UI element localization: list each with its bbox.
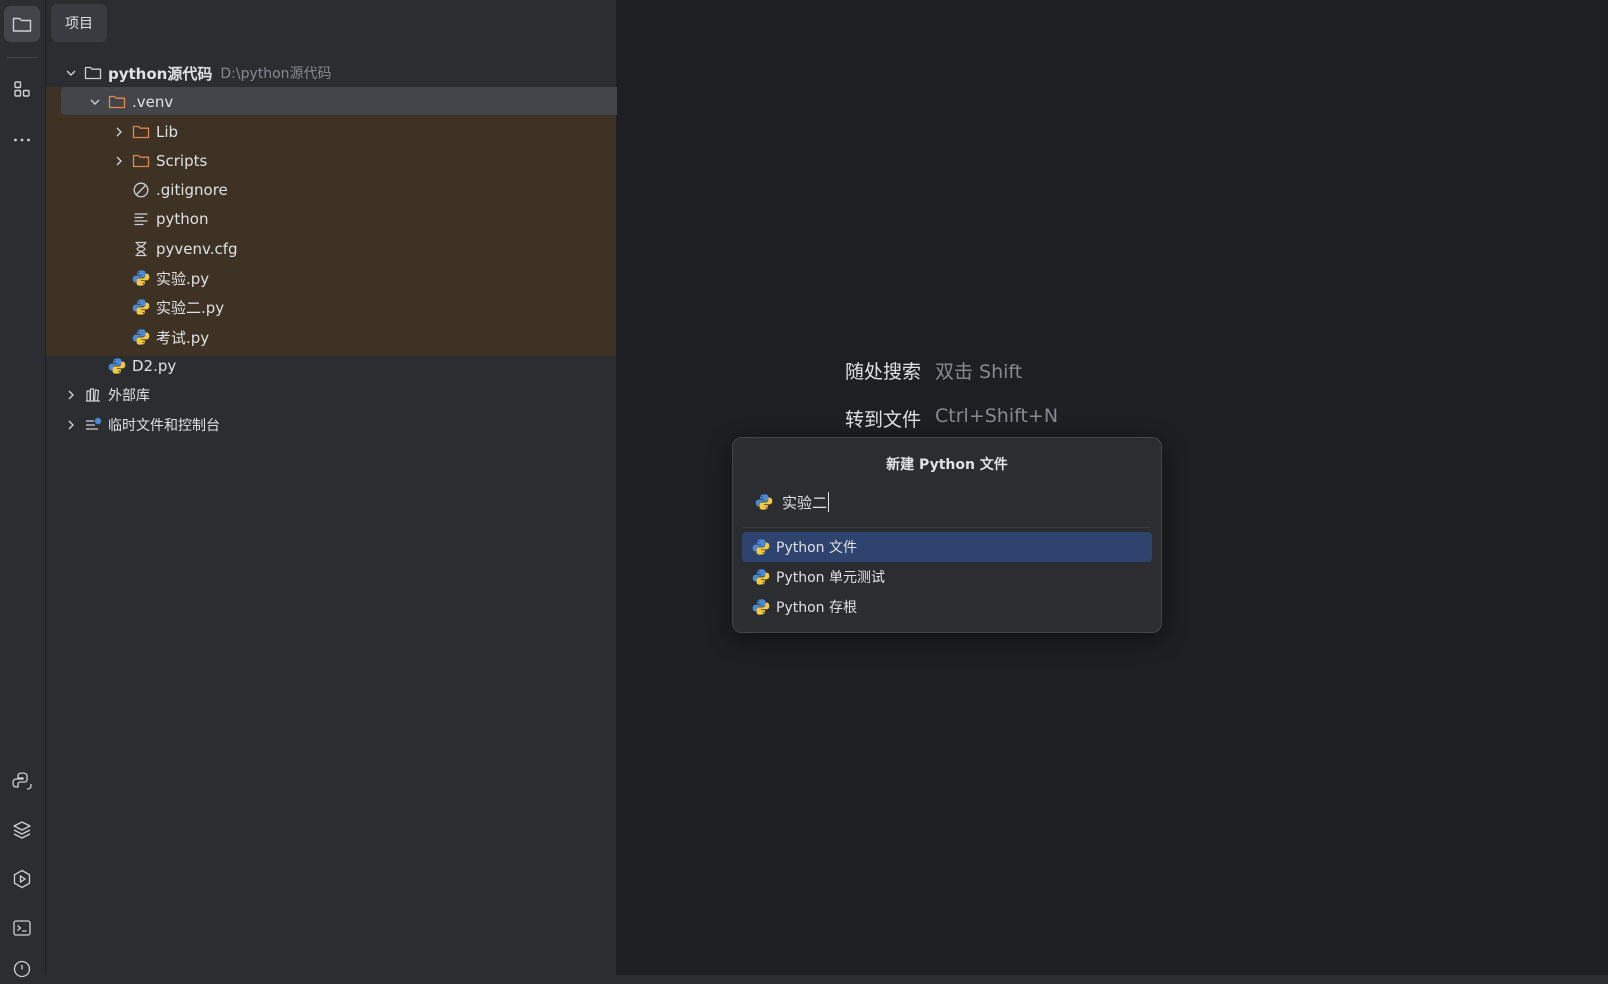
structure-icon[interactable]	[4, 71, 40, 107]
chevron-right-icon[interactable]	[64, 418, 78, 432]
option-python-file[interactable]: Python 文件	[742, 532, 1152, 562]
folder-icon	[132, 123, 150, 141]
file-name-input[interactable]: 实验二	[755, 484, 1149, 520]
python-file-icon	[132, 269, 150, 287]
layers-icon[interactable]	[4, 812, 40, 848]
tree-item-label: .venv	[132, 93, 174, 111]
python-console-icon[interactable]	[4, 763, 40, 799]
dialog-separator	[743, 527, 1151, 528]
library-icon	[84, 386, 102, 404]
python-file-icon	[132, 328, 150, 346]
tree-item-scratches[interactable]: 临时文件和控制台	[46, 410, 634, 440]
goto-file-hint: 转到文件 Ctrl+Shift+N	[845, 405, 1058, 432]
option-python-stub[interactable]: Python 存根	[742, 592, 1152, 622]
tree-item-label: 临时文件和控制台	[108, 418, 220, 434]
tree-item-gitignore[interactable]: .gitignore	[46, 175, 702, 205]
tree-item-label: 考试.py	[156, 328, 210, 347]
more-icon[interactable]	[4, 122, 40, 158]
python-file-icon	[752, 568, 770, 586]
tree-item-py-file[interactable]: 实验二.py	[46, 292, 702, 322]
hint-shortcut: Ctrl+Shift+N	[935, 405, 1059, 427]
tree-item-label: 实验二.py	[156, 298, 225, 317]
file-name-value[interactable]: 实验二	[782, 492, 827, 513]
project-panel: 项目 python源代码 D:\python源代码 .venv Lib Scri…	[46, 0, 643, 975]
python-file-icon	[108, 357, 126, 375]
tree-item-label: Scripts	[156, 152, 208, 170]
project-tab[interactable]: 项目	[51, 4, 107, 42]
option-label: Python 存根	[776, 600, 857, 616]
config-file-icon	[132, 240, 150, 258]
python-file-icon	[752, 538, 770, 556]
tree-item-venv[interactable]: .venv	[46, 87, 658, 117]
option-python-unit-test[interactable]: Python 单元测试	[742, 562, 1152, 592]
text-file-icon	[132, 210, 150, 228]
chevron-down-icon[interactable]	[88, 95, 102, 109]
tree-item-label: pyvenv.cfg	[156, 240, 238, 258]
tree-item-py-file[interactable]: 考试.py	[46, 322, 702, 352]
tree-item-label: 外部库	[108, 388, 150, 404]
tree-item-label: .gitignore	[156, 181, 228, 199]
chevron-right-icon[interactable]	[112, 154, 126, 168]
chevron-right-icon[interactable]	[112, 125, 126, 139]
python-file-icon	[752, 598, 770, 616]
new-python-file-dialog: 新建 Python 文件 实验二 Python 文件 Python 单元测试 P…	[732, 437, 1162, 633]
hint-action: 随处搜索	[845, 361, 922, 383]
folder-icon	[84, 64, 102, 82]
folder-icon	[132, 152, 150, 170]
tree-item-py-file[interactable]: D2.py	[46, 351, 678, 381]
search-everywhere-hint: 随处搜索 双击 Shift	[845, 357, 1022, 384]
option-label: Python 单元测试	[776, 570, 885, 586]
tree-item-python[interactable]: python	[46, 204, 702, 234]
tree-item-label: python源代码	[108, 64, 213, 83]
tree-item-scripts[interactable]: Scripts	[46, 146, 682, 176]
tree-item-pyvenv-cfg[interactable]: pyvenv.cfg	[46, 234, 702, 264]
tool-separator	[7, 57, 37, 58]
services-icon[interactable]	[4, 861, 40, 897]
tree-item-project-root[interactable]: python源代码 D:\python源代码	[46, 58, 634, 88]
tree-item-label: python	[156, 210, 209, 228]
hint-shortcut: 双击 Shift	[935, 361, 1023, 383]
dialog-title: 新建 Python 文件	[886, 457, 1008, 473]
scratch-icon	[84, 416, 102, 434]
folder-icon	[108, 93, 126, 111]
tool-window-strip	[0, 0, 46, 977]
problems-icon[interactable]	[4, 948, 40, 984]
ignored-file-icon	[132, 181, 150, 199]
text-caret	[828, 492, 830, 512]
chevron-right-icon[interactable]	[64, 388, 78, 402]
tree-item-label: D2.py	[132, 357, 177, 375]
python-file-icon	[755, 493, 773, 511]
project-folder-icon[interactable]	[4, 6, 40, 42]
tree-item-label: Lib	[156, 123, 179, 141]
chevron-down-icon[interactable]	[64, 66, 78, 80]
tree-item-external-libraries[interactable]: 外部库	[46, 380, 634, 410]
option-label: Python 文件	[776, 540, 857, 556]
terminal-icon[interactable]	[4, 910, 40, 946]
tree-item-path: D:\python源代码	[220, 66, 332, 82]
tree-item-lib[interactable]: Lib	[46, 117, 682, 147]
tree-item-py-file[interactable]: 实验.py	[46, 263, 702, 293]
tree-item-label: 实验.py	[156, 269, 210, 288]
python-file-icon	[132, 298, 150, 316]
hint-action: 转到文件	[845, 409, 922, 431]
